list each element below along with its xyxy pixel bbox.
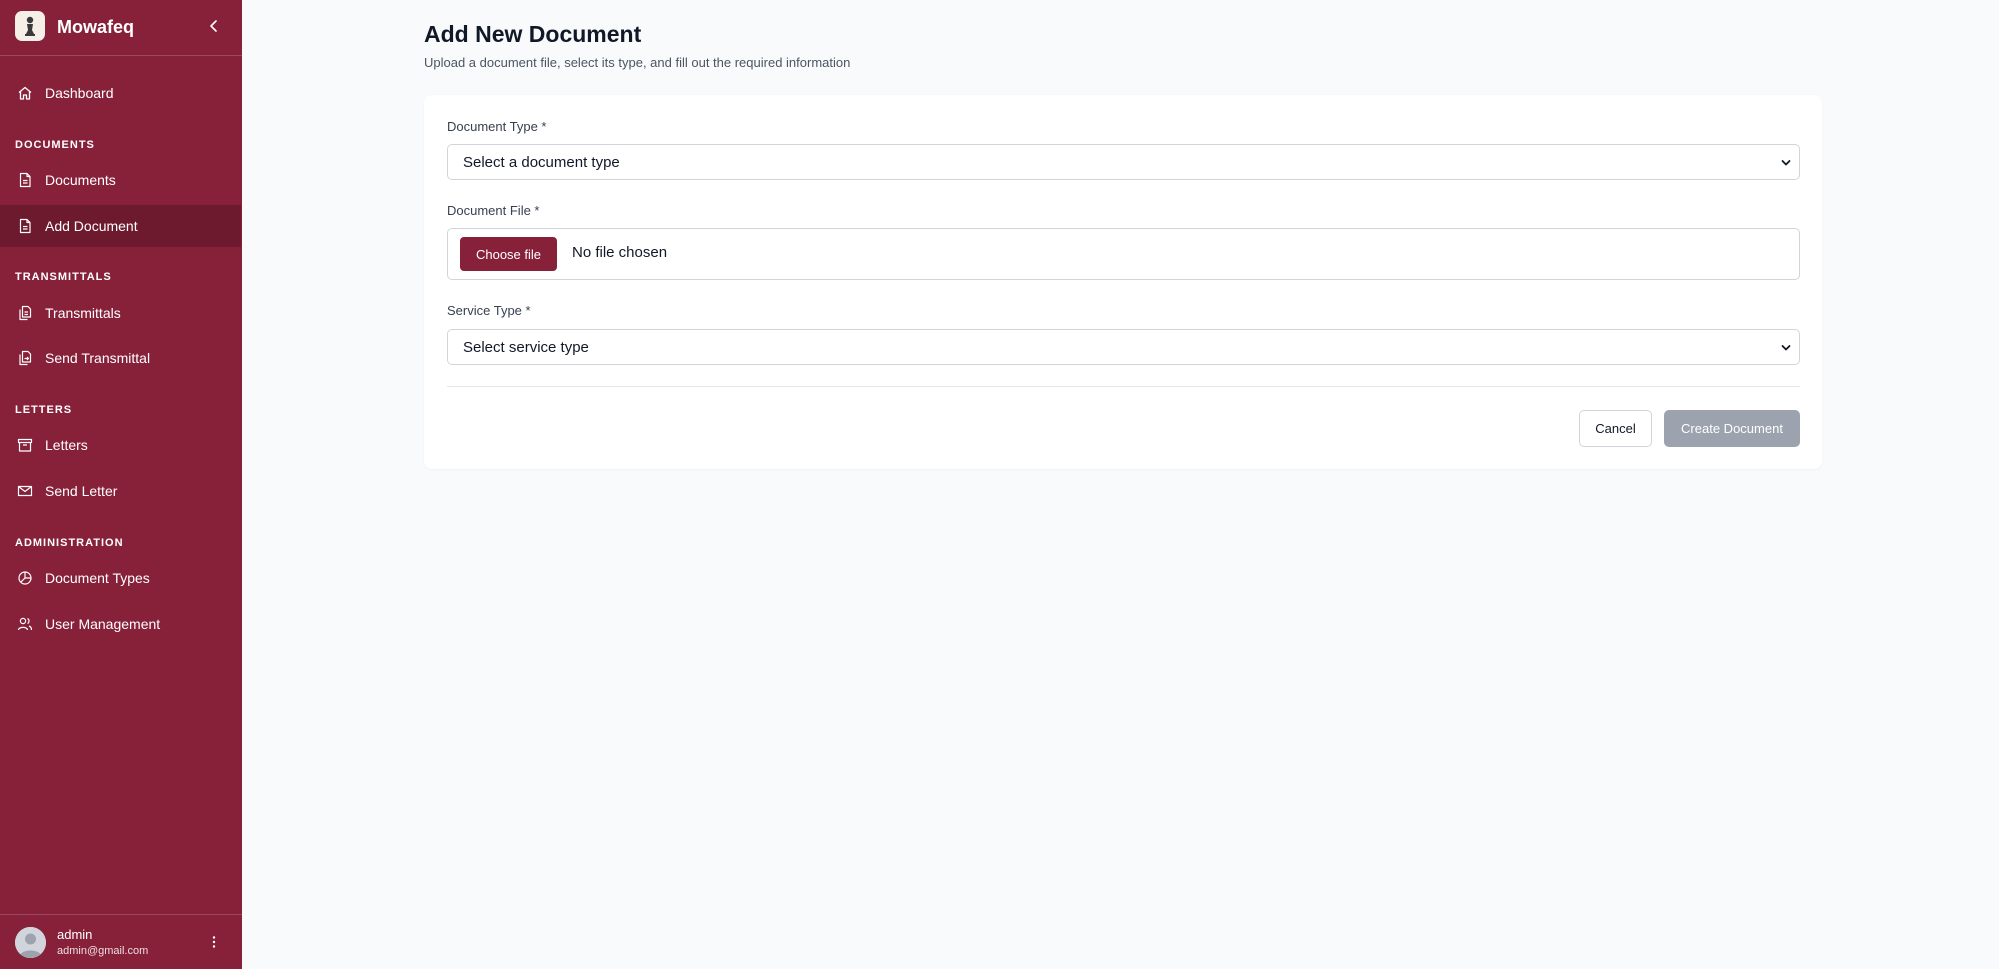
avatar xyxy=(15,927,46,958)
sidebar-item-label: Transmittals xyxy=(45,305,121,321)
user-menu-button[interactable] xyxy=(205,932,223,952)
sidebar-item-label: User Management xyxy=(45,616,161,632)
document-icon xyxy=(16,172,33,189)
users-icon xyxy=(16,616,33,633)
sidebar: Mowafeq Dashboard DOCUMENTS Documents Ad… xyxy=(0,0,242,969)
chess-pawn-icon xyxy=(25,16,35,36)
choose-file-button[interactable]: Choose file xyxy=(460,237,557,271)
sidebar-item-label: Dashboard xyxy=(45,85,114,101)
chevron-down-icon xyxy=(1781,160,1791,166)
files-icon xyxy=(16,305,33,322)
file-status: No file chosen xyxy=(572,244,668,261)
sidebar-item-add-document[interactable]: Add Document xyxy=(0,205,241,247)
sidebar-item-label: Letters xyxy=(45,437,88,453)
page-title: Add New Document xyxy=(424,21,642,47)
document-icon xyxy=(16,218,33,235)
user-name: admin xyxy=(57,927,93,942)
home-icon xyxy=(16,85,33,102)
section-title-transmittals: TRANSMITTALS xyxy=(15,271,112,283)
sidebar-item-user-management[interactable]: User Management xyxy=(0,603,242,645)
document-type-select[interactable]: Select a document type xyxy=(447,144,1800,180)
sidebar-item-label: Add Document xyxy=(45,218,138,234)
create-document-button[interactable]: Create Document xyxy=(1664,410,1800,447)
sidebar-item-send-transmittal[interactable]: Send Transmittal xyxy=(0,337,242,379)
user-avatar-icon xyxy=(15,927,46,958)
form-divider xyxy=(447,386,1800,387)
user-profile: admin admin@gmail.com xyxy=(0,914,242,969)
section-title-administration: ADMINISTRATION xyxy=(15,537,124,549)
document-form-card: Document Type * Select a document type D… xyxy=(424,95,1822,469)
chevron-left-icon xyxy=(210,20,217,32)
app-name: Mowafeq xyxy=(57,17,135,37)
chart-pie-icon xyxy=(16,570,33,587)
more-vertical-icon xyxy=(212,936,216,948)
page-subtitle: Upload a document file, select its type,… xyxy=(424,55,851,70)
sidebar-item-label: Send Transmittal xyxy=(45,350,151,366)
cancel-button[interactable]: Cancel xyxy=(1579,410,1652,447)
files-send-icon xyxy=(16,350,33,367)
sidebar-item-dashboard[interactable]: Dashboard xyxy=(0,72,242,114)
sidebar-item-label: Send Letter xyxy=(45,483,118,499)
app-logo xyxy=(15,11,45,41)
chevron-down-icon xyxy=(1781,345,1791,351)
document-file-label: Document File * xyxy=(447,203,540,218)
sidebar-item-transmittals[interactable]: Transmittals xyxy=(0,292,242,334)
document-type-value: Select a document type xyxy=(463,153,620,171)
sidebar-item-label: Documents xyxy=(45,172,116,188)
sidebar-header: Mowafeq xyxy=(0,0,242,56)
archive-icon xyxy=(16,437,33,454)
mail-icon xyxy=(16,483,33,500)
sidebar-item-send-letter[interactable]: Send Letter xyxy=(0,470,242,512)
user-email: admin@gmail.com xyxy=(57,945,149,957)
section-title-letters: LETTERS xyxy=(15,404,73,416)
service-type-value: Select service type xyxy=(463,338,589,356)
document-file-input[interactable]: Choose file No file chosen xyxy=(447,228,1800,280)
document-type-label: Document Type * xyxy=(447,119,547,134)
sidebar-item-label: Document Types xyxy=(45,570,150,586)
sidebar-item-documents[interactable]: Documents xyxy=(0,159,242,201)
service-type-select[interactable]: Select service type xyxy=(447,329,1800,365)
service-type-label: Service Type * xyxy=(447,303,531,318)
section-title-documents: DOCUMENTS xyxy=(15,139,95,151)
collapse-sidebar-button[interactable] xyxy=(204,16,224,36)
sidebar-item-document-types[interactable]: Document Types xyxy=(0,557,242,599)
sidebar-item-letters[interactable]: Letters xyxy=(0,424,242,466)
